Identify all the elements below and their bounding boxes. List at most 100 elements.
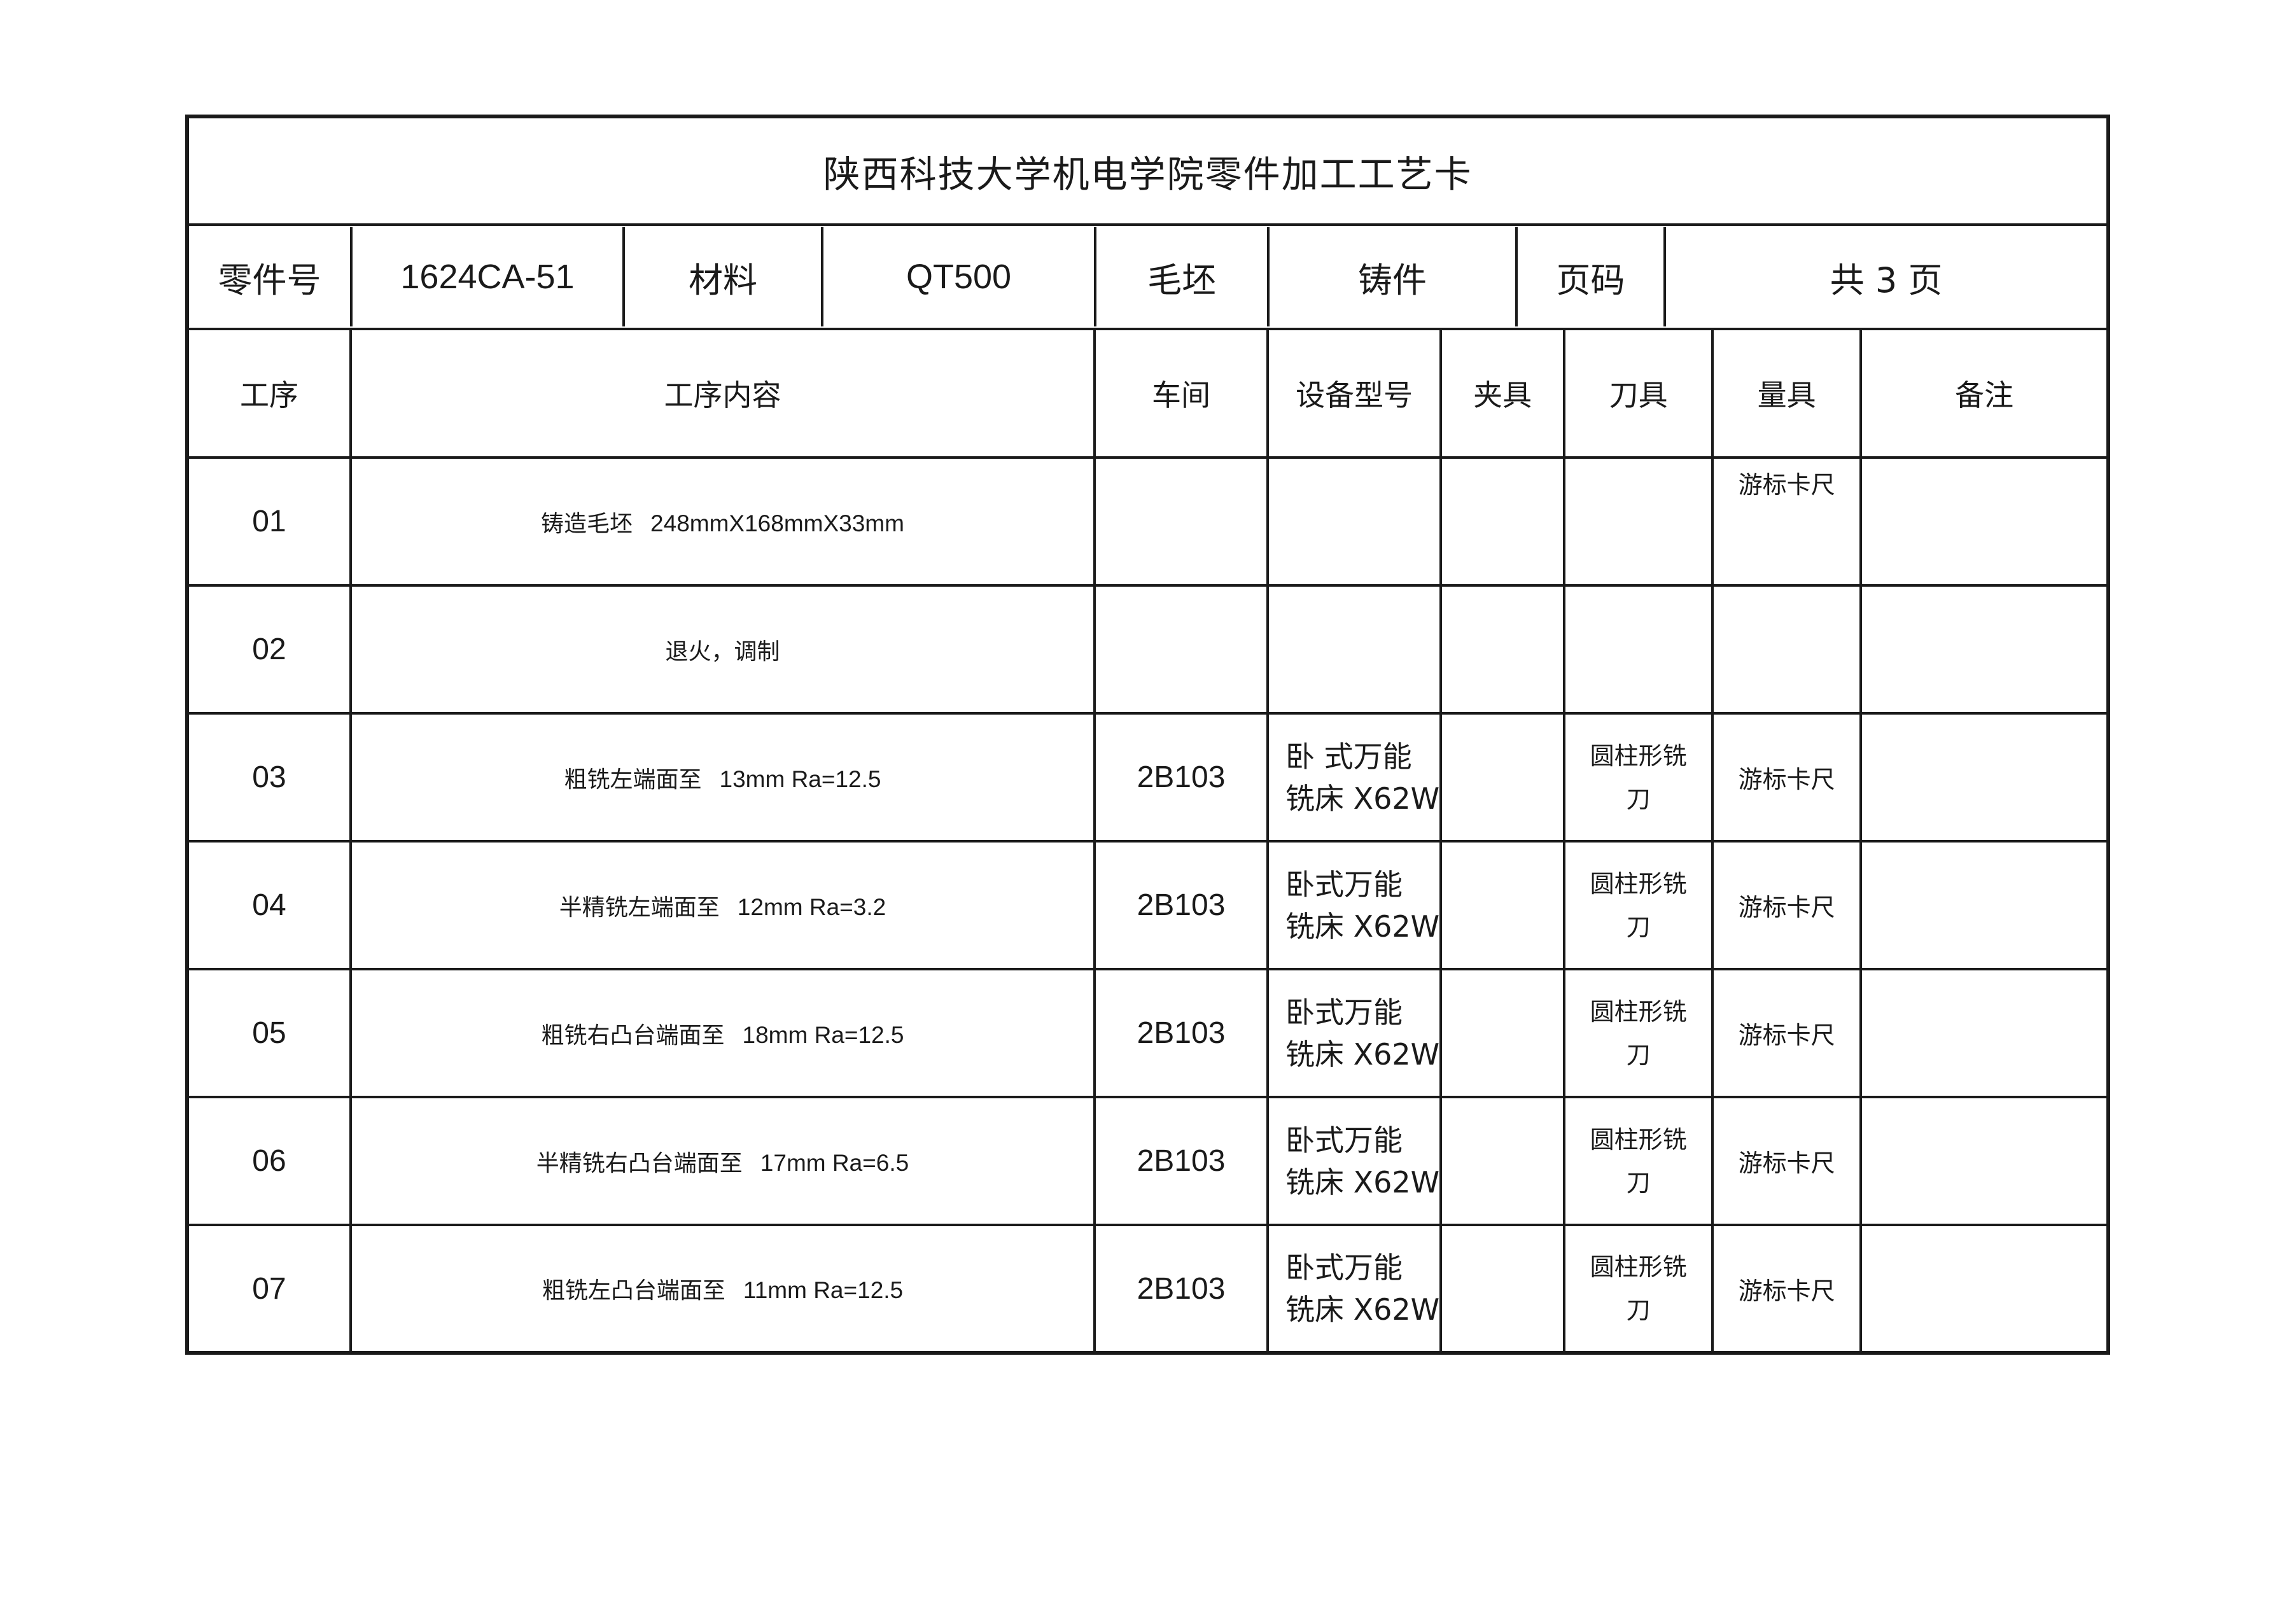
- header-content: 工序内容: [349, 328, 1096, 459]
- op-workshop: 2B103: [1093, 840, 1269, 970]
- op-tool-line1: 圆柱形铣: [1590, 741, 1687, 770]
- op-tool-line2: 刀: [1626, 1040, 1651, 1069]
- op-content: 铸造毛坯 248mmX168mmX33mm: [349, 456, 1096, 587]
- op-tool: 圆柱形铣刀: [1563, 968, 1714, 1098]
- op-equipment-type: 卧式万能: [1285, 1122, 1403, 1157]
- material-value: QT500: [823, 227, 1096, 326]
- op-tool: [1563, 584, 1714, 715]
- op-fixture: [1439, 712, 1566, 842]
- op-content: 粗铣左凸台端面至 11mm Ra=12.5: [349, 1224, 1096, 1354]
- op-equipment-type: 卧式万能: [1285, 1250, 1403, 1285]
- op-tool: 圆柱形铣刀: [1563, 1096, 1714, 1226]
- header-op: 工序: [186, 328, 352, 459]
- op-content-value: 12mm Ra=3.2: [737, 893, 886, 920]
- header-tool: 刀具: [1563, 328, 1714, 459]
- op-content-value: 11mm Ra=12.5: [743, 1277, 904, 1303]
- blank-value: 铸件: [1270, 227, 1518, 326]
- op-equipment: 卧式万能铣床 X62W: [1266, 968, 1443, 1098]
- op-workshop: 2B103: [1093, 1224, 1269, 1354]
- op-content: 粗铣右凸台端面至 18mm Ra=12.5: [349, 968, 1096, 1098]
- op-content-text: 粗铣右凸台端面至: [541, 1022, 725, 1049]
- op-equipment: 卧式万能 铣床 X62W: [1266, 1224, 1443, 1354]
- title-row: 陕西科技大学机电学院零件加工工艺卡: [185, 115, 2110, 226]
- op-equipment: [1266, 456, 1443, 587]
- op-content: 粗铣左端面至 13mm Ra=12.5: [349, 712, 1096, 842]
- op-note: [1859, 840, 2110, 970]
- op-gauge: 游标卡尺: [1711, 712, 1863, 842]
- op-number: 07: [186, 1224, 352, 1354]
- operation-row: 05 粗铣右凸台端面至 18mm Ra=12.5 2B103 卧式万能 铣床 X62W 圆柱…: [186, 968, 2110, 1098]
- op-fixture: [1439, 456, 1566, 587]
- operation-row: 02 退火，调制: [186, 584, 2110, 715]
- op-fixture: [1439, 840, 1566, 970]
- op-number: 01: [186, 456, 352, 587]
- op-equipment-type: 卧式万能: [1285, 995, 1403, 1030]
- info-bar: 零件号 1624CA-51 材料 QT500 毛坯 铸件 页码 共 3 页: [185, 223, 2110, 330]
- op-workshop: 2B103: [1093, 712, 1269, 842]
- operation-row: 03 粗铣左端面至 13mm Ra=12.5 2B103 卧 式万能 铣床 X62W 圆柱形…: [186, 712, 2110, 842]
- op-fixture: [1439, 1096, 1566, 1226]
- op-tool-line1: 圆柱形铣: [1590, 869, 1687, 898]
- header-gauge: 量具: [1711, 328, 1863, 459]
- op-tool-line2: 刀: [1626, 1168, 1651, 1197]
- op-content-text: 粗铣左端面至: [564, 766, 702, 793]
- op-fixture: [1439, 1224, 1566, 1354]
- operation-row: 04 半精铣左端面至 12mm Ra=3.2 2B103 卧式万能 铣床 X62W 圆柱形铣…: [186, 840, 2110, 970]
- op-number: 02: [186, 584, 352, 715]
- op-gauge: 游标卡尺: [1711, 456, 1863, 587]
- op-number: 05: [186, 968, 352, 1098]
- op-content: 半精铣左端面至 12mm Ra=3.2: [349, 840, 1096, 970]
- op-number: 04: [186, 840, 352, 970]
- op-content-value: 17mm Ra=6.5: [760, 1149, 909, 1176]
- op-gauge: 游标卡尺: [1711, 968, 1863, 1098]
- op-tool-line1: 圆柱形铣: [1590, 1253, 1687, 1281]
- op-content-text: 半精铣右凸台端面至: [536, 1150, 743, 1177]
- page-value: 共 3 页: [1830, 260, 1943, 300]
- header-equipment: 设备型号: [1266, 328, 1443, 459]
- op-equipment-model: 铣床 X62W: [1285, 909, 1440, 944]
- operation-row: 07 粗铣左凸台端面至 11mm Ra=12.5 2B103 卧式万能 铣床 X62W 圆柱…: [186, 1224, 2110, 1354]
- op-fixture: [1439, 584, 1566, 715]
- op-equipment-model: 铣床 X62W: [1285, 1037, 1440, 1072]
- op-fixture: [1439, 968, 1566, 1098]
- header-note: 备注: [1859, 328, 2110, 459]
- op-equipment-type: 卧 式万能: [1285, 739, 1412, 774]
- op-content-text: 退火，调制: [665, 638, 780, 665]
- op-tool-line1: 圆柱形铣: [1590, 997, 1687, 1026]
- op-number: 03: [186, 712, 352, 842]
- op-workshop: [1093, 584, 1269, 715]
- info-row: 零件号 1624CA-51 材料 QT500 毛坯 铸件 页码 共 3 页: [185, 223, 2110, 330]
- process-card-table: 陕西科技大学机电学院零件加工工艺卡 零件号 1624CA-51 材料 QT500 毛坯铸…: [185, 115, 2111, 1355]
- op-content: 半精铣右凸台端面至 17mm Ra=6.5: [349, 1096, 1096, 1226]
- op-gauge: [1711, 584, 1863, 715]
- op-content-value: 18mm Ra=12.5: [742, 1021, 904, 1048]
- op-tool: 圆柱形铣刀: [1563, 1224, 1714, 1354]
- page-label: 页码: [1518, 227, 1666, 326]
- op-workshop: 2B103: [1093, 968, 1269, 1098]
- op-note: [1859, 968, 2110, 1098]
- op-content-value: 13mm Ra=12.5: [719, 766, 881, 792]
- op-tool-line2: 刀: [1626, 912, 1651, 941]
- op-workshop: [1093, 456, 1269, 587]
- op-tool: 圆柱形铣刀: [1563, 712, 1714, 842]
- op-gauge: 游标卡尺: [1711, 1096, 1863, 1226]
- part-no-value: 1624CA-51: [353, 227, 625, 326]
- op-equipment: 卧式万能 铣床 X62W: [1266, 840, 1443, 970]
- operation-row: 01 铸造毛坯 248mmX168mmX33mm 游标卡尺: [186, 456, 2110, 587]
- op-note: [1859, 1224, 2110, 1354]
- op-content-text: 粗铣左凸台端面至: [542, 1278, 725, 1304]
- op-note: [1859, 1096, 2110, 1226]
- op-content-text: 半精铣左端面至: [559, 894, 720, 921]
- material-label: 材料: [625, 227, 823, 326]
- part-no-label: 零件号: [190, 227, 353, 326]
- op-equipment: 卧式万能 铣床 X62W: [1266, 1096, 1443, 1226]
- op-tool: 圆柱形铣刀: [1563, 840, 1714, 970]
- op-equipment: 卧 式万能铣床 X62W: [1266, 712, 1443, 842]
- op-gauge: 游标卡尺: [1711, 1224, 1863, 1354]
- op-number: 06: [186, 1096, 352, 1226]
- op-tool-line1: 圆柱形铣: [1590, 1125, 1687, 1154]
- operation-row: 06 半精铣右凸台端面至 17mm Ra=6.5 2B103 卧式万能 铣床 X62W 圆柱…: [186, 1096, 2110, 1226]
- header-row: 工序 工序内容 车间 设备型号 夹具 刀具 量具 备注: [186, 328, 2110, 459]
- op-equipment-model: 铣床 X62W: [1285, 781, 1440, 816]
- op-content-text: 铸造毛坯: [541, 510, 633, 537]
